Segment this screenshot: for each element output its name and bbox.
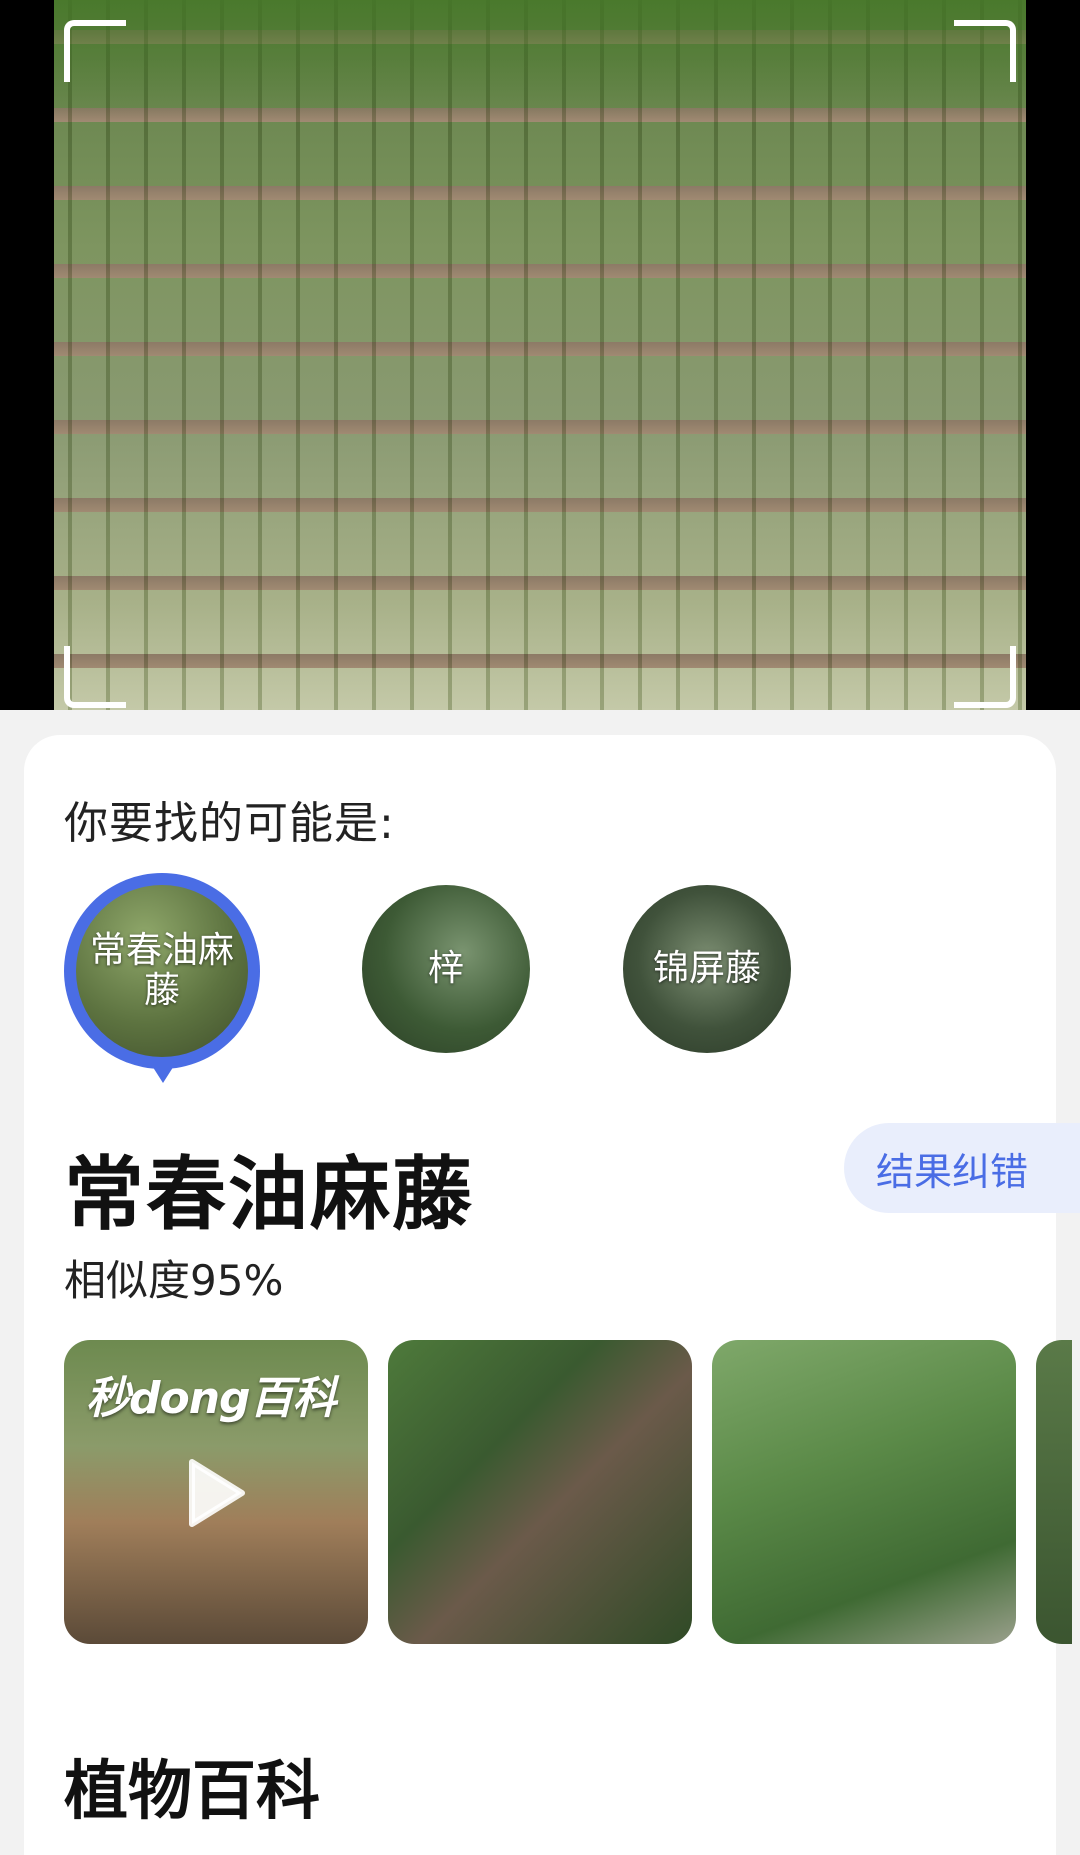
candidate-label: 梓 <box>427 948 464 989</box>
gallery-image[interactable] <box>1036 1340 1072 1644</box>
scan-frame-corner-bottom-left <box>64 646 126 708</box>
captured-photo <box>54 0 1026 710</box>
candidate-label: 锦屏藤 <box>652 948 761 989</box>
gallery-video-thumb[interactable]: 秒dong百科 <box>64 1340 368 1644</box>
candidate-item[interactable]: 梓 <box>362 885 530 1053</box>
camera-preview <box>0 0 1080 710</box>
candidate-list: 常春油麻藤 梓 锦屏藤 <box>64 873 964 1085</box>
gallery-image[interactable] <box>712 1340 1016 1644</box>
gallery-image[interactable] <box>388 1340 692 1644</box>
candidate-label: 常春油麻藤 <box>89 930 234 1011</box>
video-watermark: 秒dong百科 <box>86 1373 337 1424</box>
candidate-thumb: 常春油麻藤 <box>76 885 248 1057</box>
scan-frame-corner-top-right <box>954 20 1016 82</box>
similarity-score: 相似度95% <box>64 1256 284 1305</box>
result-card: 你要找的可能是: 常春油麻藤 梓 锦屏藤 常春油麻藤 结果纠错 相似度95% 秒… <box>24 735 1080 1855</box>
feedback-button[interactable]: 结果纠错 <box>844 1123 1080 1213</box>
prompt-text: 你要找的可能是: <box>64 798 395 849</box>
section-title: 植物百科 <box>64 1755 320 1829</box>
image-gallery[interactable]: 秒dong百科 <box>64 1340 1072 1645</box>
result-title: 常春油麻藤 <box>64 1148 474 1241</box>
scan-frame-corner-bottom-right <box>954 646 1016 708</box>
scan-frame-corner-top-left <box>64 20 126 82</box>
candidate-item[interactable]: 锦屏藤 <box>623 885 791 1053</box>
selection-pointer <box>149 1061 177 1083</box>
play-icon <box>189 1459 245 1527</box>
candidate-item-selected[interactable]: 常春油麻藤 <box>64 873 260 1093</box>
